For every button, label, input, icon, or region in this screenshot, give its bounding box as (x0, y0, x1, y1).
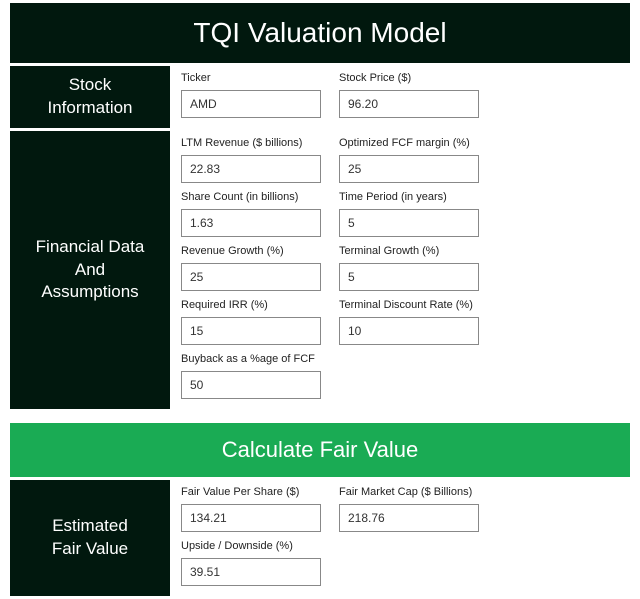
section-estimated-fair-value: EstimatedFair Value Fair Value Per Share… (10, 480, 630, 596)
share-count-input[interactable]: 1.63 (181, 209, 321, 237)
section-stock-information: StockInformation Ticker AMD Stock Price … (10, 66, 630, 128)
buyback-label: Buyback as a %age of FCF (181, 353, 321, 365)
revenue-growth-label: Revenue Growth (%) (181, 245, 321, 257)
fv-mcap-label: Fair Market Cap ($ Billions) (339, 486, 479, 498)
terminal-growth-label: Terminal Growth (%) (339, 245, 479, 257)
stock-price-label: Stock Price ($) (339, 72, 479, 84)
page-title: TQI Valuation Model (10, 3, 630, 63)
fcf-margin-label: Optimized FCF margin (%) (339, 137, 479, 149)
terminal-growth-input[interactable]: 5 (339, 263, 479, 291)
required-irr-label: Required IRR (%) (181, 299, 321, 311)
calculate-button[interactable]: Calculate Fair Value (10, 423, 630, 477)
ltm-revenue-label: LTM Revenue ($ billions) (181, 137, 321, 149)
upside-label: Upside / Downside (%) (181, 540, 321, 552)
required-irr-input[interactable]: 15 (181, 317, 321, 345)
revenue-growth-input[interactable]: 25 (181, 263, 321, 291)
time-period-label: Time Period (in years) (339, 191, 479, 203)
upside-output: 39.51 (181, 558, 321, 586)
fv-share-output: 134.21 (181, 504, 321, 532)
fcf-margin-input[interactable]: 25 (339, 155, 479, 183)
section-label-financial: Financial DataAndAssumptions (10, 131, 170, 409)
ticker-label: Ticker (181, 72, 321, 84)
fv-share-label: Fair Value Per Share ($) (181, 486, 321, 498)
time-period-input[interactable]: 5 (339, 209, 479, 237)
section-financial-data: Financial DataAndAssumptions LTM Revenue… (10, 131, 630, 409)
share-count-label: Share Count (in billions) (181, 191, 321, 203)
section-label-estimated: EstimatedFair Value (10, 480, 170, 596)
terminal-discount-input[interactable]: 10 (339, 317, 479, 345)
ltm-revenue-input[interactable]: 22.83 (181, 155, 321, 183)
stock-price-input[interactable]: 96.20 (339, 90, 479, 118)
terminal-discount-label: Terminal Discount Rate (%) (339, 299, 479, 311)
ticker-input[interactable]: AMD (181, 90, 321, 118)
buyback-input[interactable]: 50 (181, 371, 321, 399)
fv-mcap-output: 218.76 (339, 504, 479, 532)
section-label-stock: StockInformation (10, 66, 170, 128)
